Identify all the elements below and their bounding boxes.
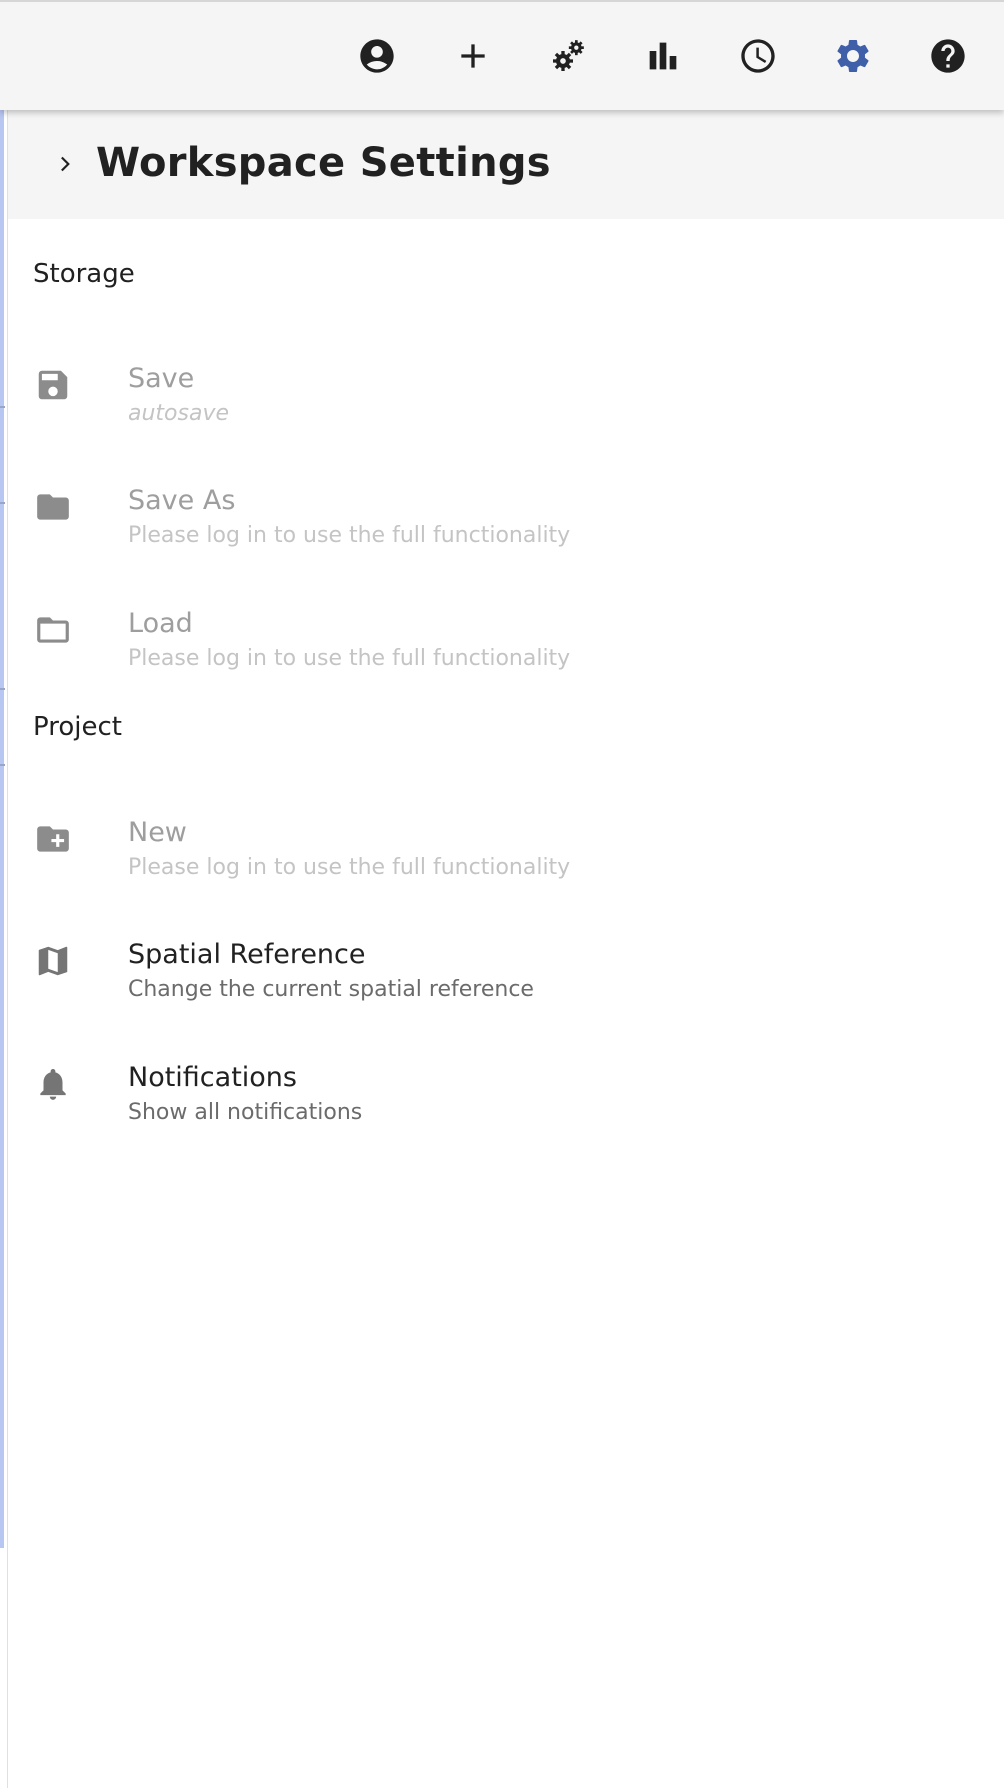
workspace-settings-button[interactable]: [821, 24, 885, 88]
account-circle-icon: [360, 39, 394, 73]
menu-item-label: New: [128, 817, 187, 848]
collapse-button[interactable]: [49, 149, 79, 179]
map-tick: [0, 688, 5, 690]
menu-item-sublabel: Please log in to use the full functional…: [128, 523, 571, 548]
help-icon: [931, 39, 965, 73]
plots-button[interactable]: [631, 24, 695, 88]
menu-item-sublabel: Change the current spatial reference: [128, 977, 534, 1002]
map-tick: [0, 406, 5, 408]
map-strip: [0, 110, 4, 1548]
add-icon: [461, 44, 485, 68]
menu-item-sublabel: autosave: [128, 401, 230, 426]
menu-item-new[interactable]: New Please log in to use the full functi…: [7, 801, 1004, 911]
settings-icon: [837, 39, 869, 72]
top-toolbar: [0, 0, 1004, 110]
operators-button[interactable]: [536, 24, 600, 88]
menu-item-sublabel: Please log in to use the full functional…: [128, 646, 571, 671]
help-button[interactable]: [916, 24, 980, 88]
menu-item-save-as[interactable]: Save As Please log in to use the full fu…: [7, 469, 1004, 579]
map-icon: [33, 941, 73, 981]
map-tick: [0, 764, 5, 766]
clock-icon: [741, 39, 775, 73]
menu-item-save[interactable]: Save autosave: [7, 347, 1004, 457]
bell-icon: [33, 1064, 73, 1104]
folder-open-icon: [33, 610, 73, 650]
menu-item-label: Load: [128, 608, 193, 639]
folder-icon: [33, 487, 73, 527]
menu-item-label: Save: [128, 363, 195, 394]
menu-item-label: Notifications: [128, 1062, 297, 1093]
menu-item-spatial-reference[interactable]: Spatial Reference Change the current spa…: [7, 923, 1004, 1033]
bar-chart-icon: [649, 42, 677, 70]
add-button[interactable]: [441, 24, 505, 88]
timeline-button[interactable]: [726, 24, 790, 88]
save-icon: [33, 365, 73, 405]
menu-item-sublabel: Please log in to use the full functional…: [128, 855, 571, 880]
section-title-project: Project: [33, 712, 122, 742]
create-folder-icon: [33, 819, 73, 859]
menu-item-label: Spatial Reference: [128, 939, 366, 970]
section-title-storage: Storage: [33, 259, 135, 289]
chevron-right-icon: [61, 156, 70, 172]
page-title: Workspace Settings: [96, 140, 551, 186]
menu-item-label: Save As: [128, 485, 236, 516]
map-edge: [0, 110, 8, 1788]
panel-header: Workspace Settings: [7, 110, 1004, 219]
map-tick: [0, 502, 5, 504]
menu-item-notifications[interactable]: Notifications Show all notifications: [7, 1046, 1004, 1156]
menu-item-load[interactable]: Load Please log in to use the full funct…: [7, 592, 1004, 702]
menu-item-sublabel: Show all notifications: [128, 1100, 363, 1125]
account-button[interactable]: [345, 24, 409, 88]
gears-icon: [553, 40, 584, 71]
